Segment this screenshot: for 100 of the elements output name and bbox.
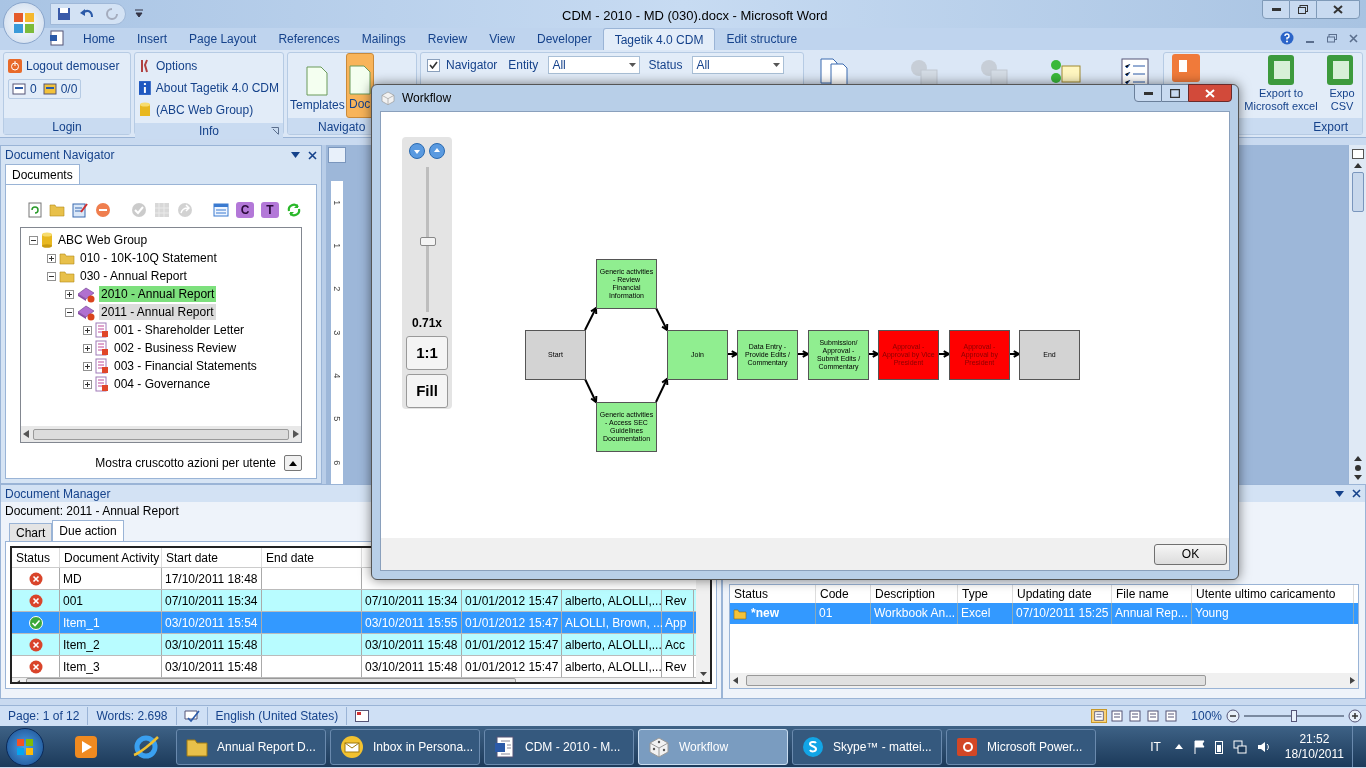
minimize-button[interactable] [1262, 0, 1290, 19]
restore-button[interactable] [1290, 0, 1316, 19]
view-icon[interactable] [1127, 709, 1144, 723]
ribbon-tab[interactable]: Home [72, 28, 126, 50]
table-row[interactable]: 001 07/10/2011 15:34 07/10/2011 15:34 01/01/2012 15:47 alberto, ALOLLI,... Rev [12, 590, 697, 612]
ribbon-tab[interactable]: Review [416, 28, 479, 50]
clock[interactable]: 21:52 18/10/2011 [1284, 731, 1344, 762]
large-button[interactable]: Templates [289, 53, 346, 118]
flag-icon[interactable] [1192, 739, 1205, 754]
edit-icon[interactable] [72, 202, 88, 218]
horizontal-scrollbar[interactable] [730, 673, 1358, 688]
export-button[interactable]: Expo CSV [1325, 53, 1359, 113]
view-icon[interactable] [1145, 709, 1162, 723]
ribbon-tab[interactable]: Insert [126, 28, 179, 50]
column-header[interactable]: Document Activity [60, 548, 162, 567]
taskbar-button[interactable]: Skype™ - mattei... [792, 728, 942, 765]
ribbon-tab[interactable]: View [478, 28, 526, 50]
info-item[interactable]: (ABC Web Group) [139, 101, 279, 119]
view-icon[interactable] [1091, 709, 1108, 723]
show-hidden-icon[interactable] [1174, 744, 1183, 749]
list-icon[interactable] [213, 203, 229, 217]
expand-toggle[interactable] [83, 361, 92, 371]
office-button[interactable] [3, 2, 45, 44]
tree-item[interactable]: 002 - Business Review [112, 340, 239, 356]
panel-tab[interactable]: Chart [9, 523, 53, 541]
close-icon[interactable] [1352, 489, 1361, 498]
expand-toggle[interactable] [65, 289, 74, 299]
expand-toggle[interactable] [83, 325, 92, 335]
scroll-thumb[interactable] [1351, 172, 1364, 212]
zoom-in-button[interactable] [429, 143, 445, 159]
sync-icon[interactable] [286, 202, 302, 218]
view-icon[interactable] [1163, 709, 1180, 723]
ruler-corner[interactable] [328, 147, 346, 163]
start-button[interactable] [6, 727, 44, 766]
collapse-toggle[interactable] [47, 271, 56, 281]
refresh-icon[interactable] [28, 202, 42, 218]
vertical-scrollbar[interactable] [1348, 145, 1366, 484]
logout-button[interactable]: Logout demouser [8, 57, 126, 75]
collapse-toggle[interactable] [29, 235, 38, 245]
info-item[interactable]: Options [139, 57, 279, 75]
ribbon-tab[interactable]: References [267, 28, 351, 50]
large-button[interactable]: Doc [345, 53, 374, 118]
network-icon[interactable] [1232, 739, 1247, 754]
close-button[interactable] [1316, 0, 1360, 19]
tree-item[interactable]: 2011 - Annual Report [99, 304, 216, 320]
dropdown[interactable]: All [692, 56, 785, 74]
expand-toggle[interactable] [83, 379, 92, 389]
tree-item[interactable]: 003 - Financial Statements [112, 358, 259, 374]
collapse-toggle[interactable] [65, 307, 74, 317]
zoom-slider-thumb[interactable] [419, 237, 436, 247]
taskbar-button[interactable]: Inbox in Persona... [330, 728, 480, 765]
tree-item[interactable]: 030 - Annual Report [78, 268, 189, 284]
taskbar-button[interactable]: CDM - 2010 - M... [484, 728, 634, 765]
dropdown-icon[interactable] [291, 152, 300, 158]
table-row[interactable]: Item_2 03/10/2011 15:48 03/10/2011 15:48 01/01/2012 15:47 alberto, ALOLLI,... Acc [12, 634, 697, 656]
ribbon-tab[interactable]: Edit structure [715, 28, 809, 50]
macro-icon[interactable] [355, 710, 370, 722]
info-item[interactable]: About Tagetik 4.0 CDM [139, 79, 279, 97]
tree-item[interactable]: ABC Web Group [56, 232, 150, 248]
remove-icon[interactable] [95, 202, 111, 218]
column-header[interactable]: Start date [162, 548, 262, 567]
expand-button[interactable] [284, 455, 302, 471]
maximize-button[interactable] [1162, 84, 1188, 102]
view-icon[interactable] [1109, 709, 1126, 723]
taskbar-button[interactable]: Microsoft Power... [946, 728, 1096, 765]
battery-icon[interactable] [1214, 739, 1223, 754]
export-button[interactable]: Export to Microsoft excel [1240, 53, 1322, 113]
proofing-icon[interactable] [182, 709, 201, 723]
dialog-launcher-icon[interactable] [271, 127, 279, 135]
close-icon[interactable] [1349, 33, 1358, 43]
expand-toggle[interactable] [47, 253, 56, 263]
dropdown[interactable]: All [548, 56, 641, 74]
table-row[interactable]: Item_3 03/10/2011 15:48 03/10/2011 15:48 01/01/2012 15:47 alberto, ALOLLI,... Rev [12, 656, 697, 678]
help-icon[interactable] [1280, 31, 1294, 45]
dropdown-icon[interactable] [1335, 490, 1344, 497]
volume-icon[interactable] [1256, 739, 1271, 754]
zoom-button[interactable]: 1:1 [406, 336, 448, 370]
ok-button[interactable]: OK [1154, 543, 1227, 565]
ribbon-tab[interactable]: Developer [525, 28, 603, 50]
close-icon[interactable] [308, 150, 317, 160]
restore-icon[interactable] [1327, 33, 1337, 43]
tree-item[interactable]: 004 - Governance [112, 376, 213, 392]
save-icon[interactable] [57, 7, 71, 21]
ribbon-tab[interactable]: Mailings [350, 28, 417, 50]
language-indicator[interactable]: IT [1150, 737, 1161, 756]
ribbon-tab[interactable]: Page Layout [178, 28, 268, 50]
ribbon-tab[interactable]: Tagetik 4.0 CDM [602, 28, 716, 50]
customize-icon[interactable] [134, 9, 144, 19]
panel-tab[interactable]: Due action [52, 520, 124, 541]
close-button[interactable] [1188, 84, 1232, 102]
panel-tab[interactable]: Documents [5, 164, 80, 184]
taskbar-button[interactable]: Annual Report D... [176, 728, 326, 765]
expand-toggle[interactable] [83, 343, 92, 353]
slider-thumb[interactable] [1291, 710, 1297, 722]
zoom-out-button[interactable] [409, 143, 425, 159]
column-header[interactable]: Status [12, 548, 60, 567]
zoom-button[interactable]: Fill [406, 374, 448, 408]
tree-item[interactable]: 001 - Shareholder Letter [112, 322, 247, 338]
navigator-checkbox[interactable]: Navigator [424, 56, 501, 74]
column-header[interactable]: End date [262, 548, 362, 567]
